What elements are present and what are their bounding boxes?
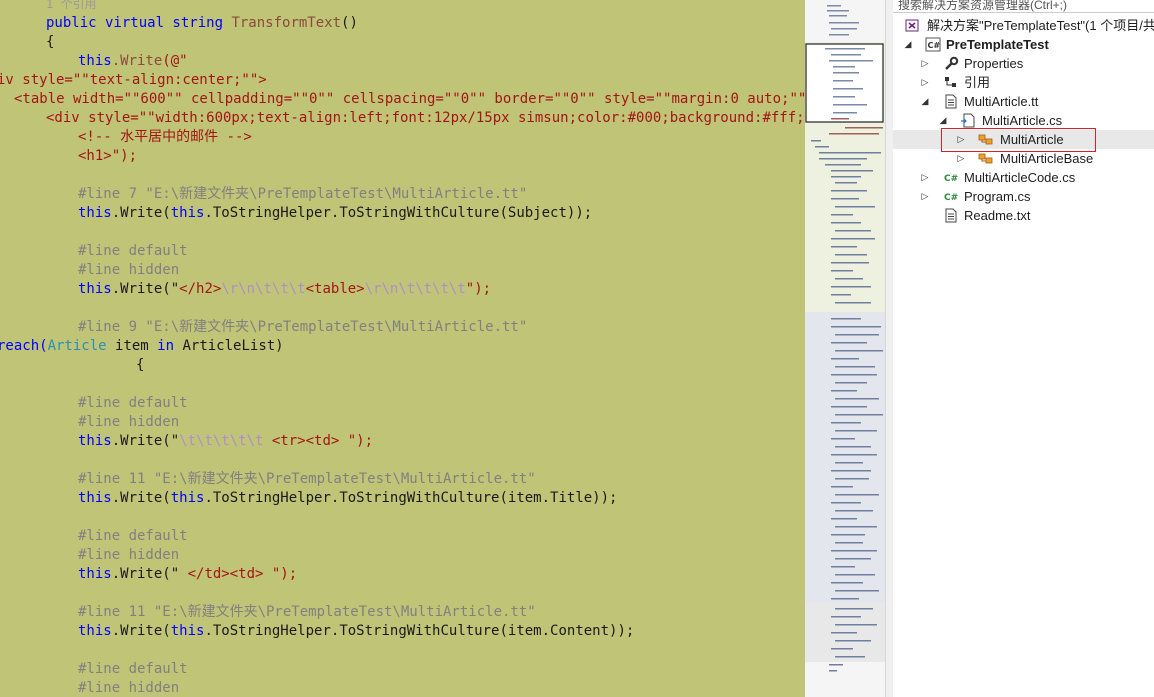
tree-item-label: Properties bbox=[964, 56, 1024, 71]
code-line-line-hidden: #line hidden bbox=[78, 262, 180, 278]
code-line-line-directive: #line 7 "E:\新建文件夹\PreTemplateTest\MultiA… bbox=[78, 186, 528, 202]
csharp-file-icon: C# bbox=[943, 170, 959, 185]
text-file-icon bbox=[943, 208, 959, 223]
code-editor[interactable]: 1 个引用 public virtual string TransformTex… bbox=[0, 0, 805, 697]
tree-item-multiarticlecode-cs[interactable]: ▷ C# MultiArticleCode.cs bbox=[893, 168, 1154, 187]
code-line-line-default: #line default bbox=[78, 528, 188, 544]
code-line-line-hidden: #line hidden bbox=[78, 547, 180, 563]
svg-text:C#: C# bbox=[928, 41, 941, 50]
tree-item-label: Program.cs bbox=[964, 189, 1031, 204]
code-line-write-subject: this.Write(this.ToStringHelper.ToStringW… bbox=[78, 205, 593, 221]
code-line-html-inner-div: <div style=""width:600px;text-align:left… bbox=[46, 110, 805, 126]
tree-item-project[interactable]: ◢ C# PreTemplateTest bbox=[893, 35, 1154, 54]
expand-arrow-icon[interactable]: ▷ bbox=[920, 187, 930, 206]
code-line-html-div: iv style=""text-align:center;""> bbox=[0, 72, 267, 88]
code-line-line-directive: #line 11 "E:\新建文件夹\PreTemplateTest\Multi… bbox=[78, 604, 536, 620]
code-line-method-signature: public virtual string TransformText() bbox=[46, 15, 358, 31]
tree-item-readme-txt[interactable]: Readme.txt bbox=[893, 206, 1154, 225]
tree-item-label: PreTemplateTest bbox=[946, 37, 1049, 52]
code-line-foreach: reach(Article item in ArticleList) bbox=[0, 338, 284, 354]
code-line-write-td: this.Write(" </td><td> "); bbox=[78, 566, 298, 582]
tree-item-solution[interactable]: 解决方案"PreTemplateTest"(1 个项目/共 bbox=[893, 16, 1154, 35]
collapse-arrow-icon[interactable]: ◢ bbox=[903, 35, 913, 54]
tree-item-multiarticle-tt[interactable]: ◢ MultiArticle.tt bbox=[893, 92, 1154, 111]
tree-item-label: 解决方案"PreTemplateTest"(1 个项目/共 bbox=[927, 18, 1154, 33]
csharp-project-icon: C# bbox=[925, 37, 941, 52]
expand-arrow-icon[interactable]: ▷ bbox=[920, 168, 930, 187]
collapse-arrow-icon[interactable]: ◢ bbox=[920, 92, 930, 111]
code-line-line-default: #line default bbox=[78, 395, 188, 411]
wrench-icon bbox=[943, 56, 959, 71]
text-template-file-icon bbox=[943, 94, 959, 109]
code-line-line-hidden: #line hidden bbox=[78, 414, 180, 430]
tree-item-properties[interactable]: ▷ Properties bbox=[893, 54, 1154, 73]
tree-item-label: 引用 bbox=[964, 75, 991, 90]
svg-text:C#: C# bbox=[944, 174, 958, 184]
scrollbar-minimap[interactable] bbox=[805, 0, 885, 697]
tree-item-program-cs[interactable]: ▷ C# Program.cs bbox=[893, 187, 1154, 206]
expand-arrow-icon[interactable]: ▷ bbox=[920, 73, 930, 92]
class-icon bbox=[978, 151, 994, 166]
generated-code-file-icon bbox=[960, 113, 976, 128]
code-line-html-h1: <h1>"); bbox=[78, 148, 138, 164]
reference-count-codelens[interactable]: 1 个引用 bbox=[46, 0, 96, 14]
minimap-code-preview bbox=[805, 0, 885, 697]
tree-item-label: Readme.txt bbox=[964, 208, 1031, 223]
code-line-write-h2-table: this.Write("</h2>\r\n\t\t\t<table>\r\n\t… bbox=[78, 281, 492, 297]
code-line-html-table: <table width=""600"" cellpadding=""0"" c… bbox=[14, 91, 805, 107]
expand-arrow-icon[interactable]: ▷ bbox=[920, 54, 930, 73]
code-line-write-start: this.Write(@" bbox=[78, 53, 188, 69]
references-icon bbox=[943, 75, 959, 90]
solution-explorer-panel: 搜索解决方案资源管理器(Ctrl+;) 解决方案"PreTemplateTest… bbox=[893, 0, 1154, 697]
code-line-line-default: #line default bbox=[78, 661, 188, 677]
code-line-line-default: #line default bbox=[78, 243, 188, 259]
code-line-line-directive: #line 9 "E:\新建文件夹\PreTemplateTest\MultiA… bbox=[78, 319, 528, 335]
visual-studio-solution-icon bbox=[904, 18, 920, 33]
csharp-file-icon: C# bbox=[943, 189, 959, 204]
code-line-line-hidden: #line hidden bbox=[78, 680, 180, 696]
annotation-highlight-box bbox=[941, 128, 1096, 152]
code-line-line-directive: #line 11 "E:\新建文件夹\PreTemplateTest\Multi… bbox=[78, 471, 536, 487]
code-line-open-brace: { bbox=[46, 34, 55, 50]
code-line-write-content: this.Write(this.ToStringHelper.ToStringW… bbox=[78, 623, 635, 639]
tree-item-label: MultiArticleCode.cs bbox=[964, 170, 1076, 185]
tree-item-label: MultiArticle.tt bbox=[964, 94, 1039, 109]
code-line-html-comment: <!-- 水平居中的邮件 --> bbox=[78, 129, 252, 145]
tree-item-references[interactable]: ▷ 引用 bbox=[893, 73, 1154, 92]
svg-text:C#: C# bbox=[944, 193, 958, 203]
code-line-write-title: this.Write(this.ToStringHelper.ToStringW… bbox=[78, 490, 618, 506]
solution-explorer-search-input[interactable]: 搜索解决方案资源管理器(Ctrl+;) bbox=[893, 0, 1154, 13]
code-line-foreach-brace: { bbox=[136, 357, 145, 373]
code-line-write-tr: this.Write("\t\t\t\t\t <tr><td> "); bbox=[78, 433, 374, 449]
